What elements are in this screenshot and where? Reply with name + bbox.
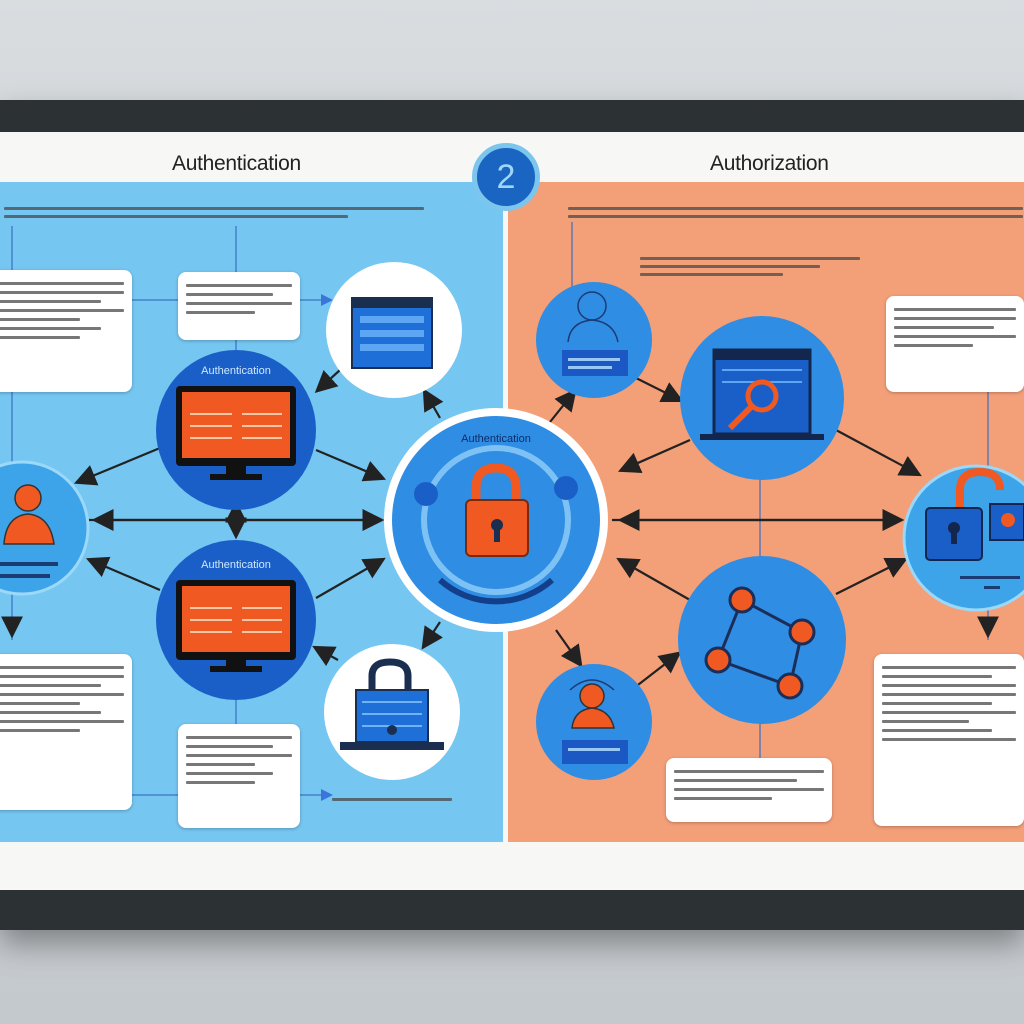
- authorization-bullet-list: [640, 252, 860, 281]
- user-node-bottom: [536, 664, 652, 780]
- step-badge: 2: [472, 143, 540, 211]
- network-node: [678, 556, 846, 724]
- monitor-node-bottom: Authentication: [156, 540, 316, 700]
- laptop-lock-node: [324, 644, 460, 780]
- padlock-node: [902, 464, 1024, 612]
- browser-icon: [351, 297, 433, 369]
- text-card: [874, 654, 1024, 826]
- text-card: [178, 272, 300, 340]
- text-card: [666, 758, 832, 822]
- caption-text: [332, 793, 452, 806]
- text-card: [0, 270, 132, 392]
- user-node: [0, 460, 90, 596]
- text-card: [0, 654, 132, 810]
- user-node-top: [536, 282, 652, 398]
- monitor-top-label: Authentication: [201, 365, 271, 377]
- text-card: [886, 296, 1024, 392]
- authorization-intro-text: [568, 202, 1023, 223]
- browser-node: [326, 262, 462, 398]
- key-icon: [700, 348, 824, 440]
- monitor-node-top: Authentication: [156, 350, 316, 510]
- text-card: [178, 724, 300, 828]
- monitor-icon: [176, 386, 296, 480]
- laptop-key-node: [680, 316, 844, 480]
- monitor-icon: [176, 580, 296, 672]
- authentication-hub: Authentication: [384, 408, 608, 632]
- monitor-bottom-label: Authentication: [201, 559, 271, 571]
- authentication-intro-text: [4, 202, 424, 223]
- center-hub-label: Authentication: [461, 433, 531, 445]
